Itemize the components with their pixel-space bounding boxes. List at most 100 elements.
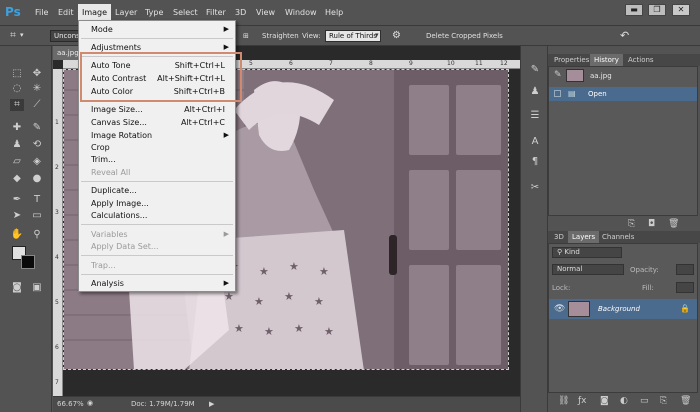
menu-view[interactable]: View — [256, 8, 275, 17]
fill-field[interactable] — [676, 282, 694, 293]
eyedropper-icon[interactable]: ⟋ — [30, 99, 44, 111]
history-brush-icon[interactable]: ⟲ — [30, 139, 44, 151]
close-button[interactable]: ✕ — [672, 4, 690, 16]
clone-stamp-icon[interactable]: ♟ — [10, 139, 24, 151]
maximize-button[interactable]: ❐ — [648, 4, 666, 16]
menu-file[interactable]: File — [35, 8, 48, 17]
character-icon[interactable]: A — [528, 136, 542, 148]
paragraph-icon[interactable]: ¶ — [528, 156, 542, 168]
layer-name[interactable]: Background — [598, 305, 640, 313]
background-color-swatch[interactable] — [21, 255, 35, 269]
hand-tool-icon[interactable]: ✋ — [10, 229, 24, 241]
rectangle-tool-icon[interactable]: ▭ — [30, 210, 44, 222]
view-select[interactable]: Rule of Thirds — [325, 30, 381, 42]
adjustment-layer-icon[interactable]: ◐ — [620, 396, 628, 406]
menu-item-analysis[interactable]: Analysis — [91, 279, 124, 288]
crop-icon[interactable]: ⌗ — [6, 30, 20, 42]
menu-separator — [81, 38, 233, 39]
tab-actions[interactable]: Actions — [624, 54, 658, 66]
paint-bucket-icon[interactable]: ◈ — [30, 156, 44, 168]
brush-preset-icon[interactable]: ✎ — [528, 64, 542, 76]
type-tool-icon[interactable]: T — [30, 194, 44, 206]
menu-item-crop[interactable]: Crop — [91, 143, 110, 152]
trash-icon[interactable]: 🗑 — [668, 219, 679, 229]
brush-icon[interactable]: ✎ — [30, 122, 44, 134]
tools-icon[interactable]: ✂ — [528, 182, 542, 194]
clone-source-icon[interactable]: ♟ — [528, 86, 542, 98]
status-bar: 66.67% ◉ Doc: 1.79M/1.79M ▶ — [53, 396, 520, 412]
status-menu-arrow-icon[interactable]: ▶ — [209, 400, 214, 408]
svg-text:★: ★ — [319, 265, 329, 278]
tab-3d[interactable]: 3D — [550, 231, 568, 243]
menu-item-canvas-size[interactable]: Canvas Size... — [91, 118, 147, 127]
menu-window[interactable]: Window — [285, 8, 317, 17]
new-layer-icon[interactable]: ⎘ — [660, 396, 667, 406]
history-checkbox[interactable] — [554, 90, 561, 97]
blend-mode-select[interactable]: Normal — [552, 264, 624, 275]
photoshop-logo: Ps — [5, 5, 21, 19]
menu-item-duplicate[interactable]: Duplicate... — [91, 186, 137, 195]
delete-layer-icon[interactable]: 🗑 — [680, 396, 691, 406]
magic-wand-icon[interactable]: ✳ — [30, 83, 44, 95]
path-selection-icon[interactable]: ➤ — [10, 210, 24, 222]
gear-icon[interactable]: ⚙ — [392, 30, 401, 41]
eraser-icon[interactable]: ▱ — [10, 156, 24, 168]
eye-icon[interactable]: 👁 — [554, 304, 565, 314]
history-brush-source-icon[interactable]: ✎ — [554, 70, 562, 80]
menu-3d[interactable]: 3D — [235, 8, 246, 17]
tab-history[interactable]: History — [590, 54, 623, 66]
quick-mask-icon[interactable]: ◙ — [10, 282, 24, 294]
snapshot-thumbnail[interactable] — [566, 69, 584, 82]
ruler-tick: 5 — [55, 299, 59, 306]
screen-mode-icon[interactable]: ▣ — [30, 282, 44, 294]
menu-select[interactable]: Select — [173, 8, 198, 17]
camera-icon[interactable]: ◘ — [648, 219, 655, 229]
pen-icon[interactable]: ✒ — [10, 194, 24, 206]
status-info-icon[interactable]: ◉ — [87, 399, 93, 407]
tab-properties[interactable]: Properties — [550, 54, 593, 66]
menu-layer[interactable]: Layer — [115, 8, 137, 17]
menu-help[interactable]: Help — [325, 8, 343, 17]
right-panels: Properties History Actions ✎ aa.jpg ▤ Op… — [548, 46, 700, 412]
move-tool-icon[interactable]: ✥ — [30, 68, 44, 80]
menu-item-calculations[interactable]: Calculations... — [91, 211, 147, 220]
group-icon[interactable]: ▭ — [640, 396, 649, 406]
layer-thumbnail[interactable] — [568, 301, 590, 317]
history-item-label: Open — [588, 90, 607, 98]
grid-icon[interactable]: ⊞ — [243, 32, 249, 40]
straighten-button[interactable]: Straighten — [262, 32, 299, 40]
zoom-level[interactable]: 66.67% — [57, 400, 84, 408]
marquee-tool-icon[interactable]: ⬚ — [10, 68, 24, 80]
menu-filter[interactable]: Filter — [206, 8, 226, 17]
tab-channels[interactable]: Channels — [598, 231, 638, 243]
menu-item-mode[interactable]: Mode — [91, 25, 113, 34]
tab-layers[interactable]: Layers — [568, 231, 600, 243]
menu-type[interactable]: Type — [145, 8, 163, 17]
snapshot-name[interactable]: aa.jpg — [590, 72, 612, 80]
new-document-icon[interactable]: ⎘ — [628, 219, 635, 229]
menu-item-trim[interactable]: Trim... — [91, 155, 116, 164]
crop-tool-icon[interactable]: ⌗ — [10, 99, 24, 111]
dodge-icon[interactable]: ● — [30, 173, 44, 185]
chevron-down-icon[interactable]: ▾ — [20, 31, 24, 39]
menu-separator — [81, 224, 233, 225]
tool-presets-icon[interactable]: ☰ — [528, 110, 542, 122]
opacity-field[interactable] — [676, 264, 694, 275]
menu-item-apply-image[interactable]: Apply Image... — [91, 199, 149, 208]
reset-icon[interactable]: ↶ — [620, 29, 629, 42]
lasso-tool-icon[interactable]: ◌ — [10, 83, 24, 95]
menu-item-image-rotation[interactable]: Image Rotation — [91, 131, 152, 140]
crop-preset-select[interactable]: Unconst — [50, 30, 83, 42]
filter-kind-select[interactable]: ⚲ Kind — [552, 247, 622, 258]
menu-item-image-size[interactable]: Image Size... — [91, 105, 143, 114]
lock-icon: 🔒 — [680, 304, 690, 313]
menu-item-adjustments[interactable]: Adjustments — [91, 43, 141, 52]
blur-icon[interactable]: ◆ — [10, 173, 24, 185]
zoom-tool-icon[interactable]: ⚲ — [30, 229, 44, 241]
minimize-button[interactable]: ▬ — [625, 4, 643, 16]
menu-edit[interactable]: Edit — [58, 8, 74, 17]
fx-icon[interactable]: ƒx — [578, 396, 587, 406]
link-layers-icon[interactable]: ⛓ — [558, 396, 569, 406]
healing-brush-icon[interactable]: ✚ — [10, 122, 24, 134]
layer-mask-icon[interactable]: ◙ — [600, 396, 609, 406]
